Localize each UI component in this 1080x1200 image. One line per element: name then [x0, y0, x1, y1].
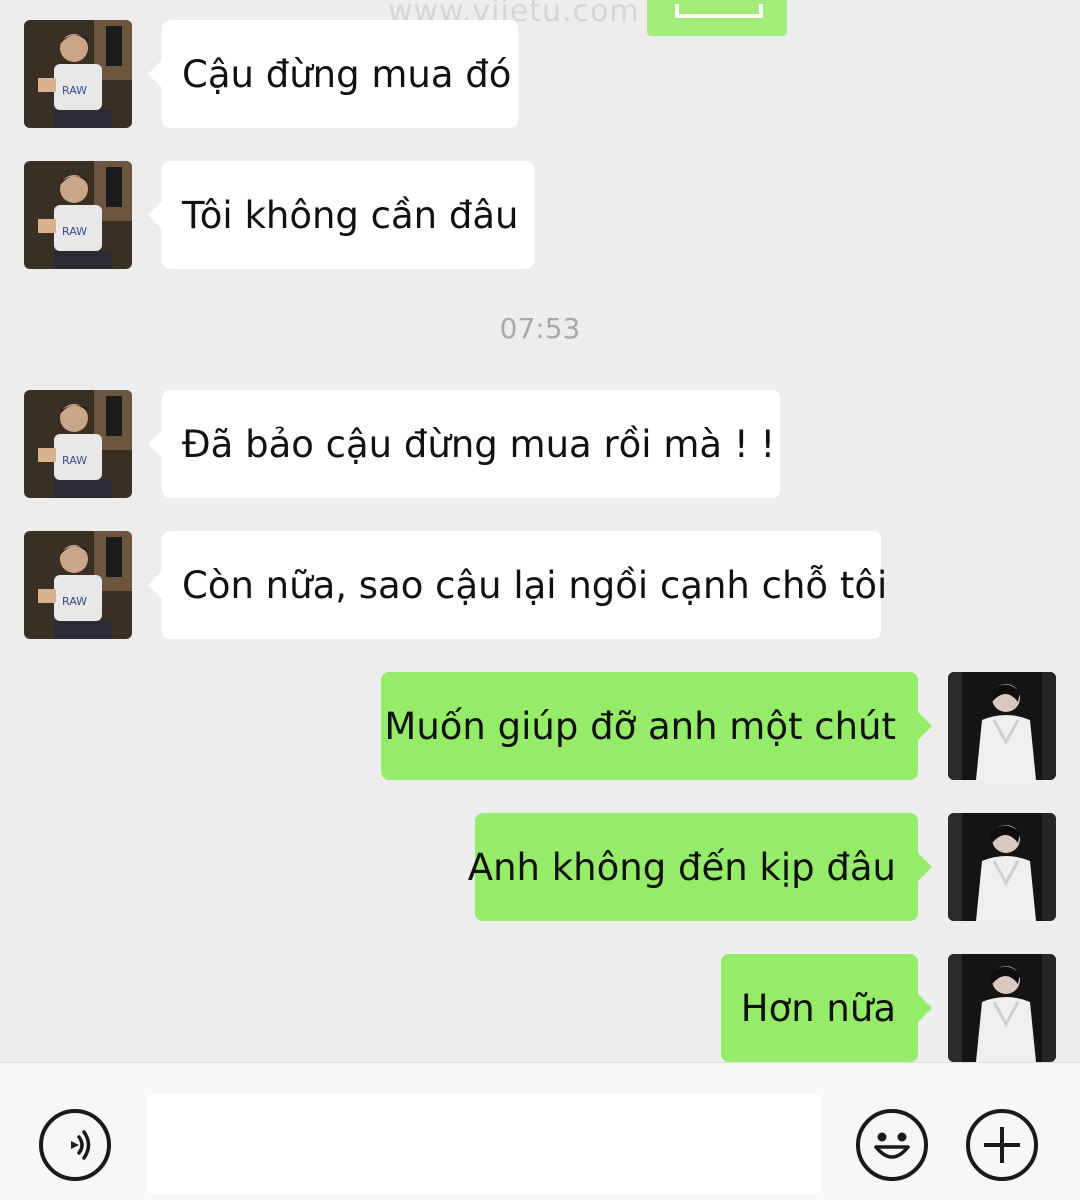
- time-divider: 07:53: [499, 312, 581, 345]
- voice-button[interactable]: [39, 1109, 111, 1181]
- chat-input-bar: [0, 1062, 1080, 1200]
- svg-text:RAW: RAW: [62, 595, 87, 608]
- plus-icon: [984, 1127, 1020, 1163]
- contact-avatar[interactable]: RAW: [24, 20, 132, 128]
- top-green-badge: [647, 0, 787, 36]
- my-avatar[interactable]: [948, 672, 1056, 780]
- incoming-message-bubble[interactable]: Đã bảo cậu đừng mua rồi mà ! !: [148, 390, 780, 498]
- incoming-message-bubble[interactable]: Tôi không cần đâu: [148, 161, 534, 269]
- more-button[interactable]: [966, 1109, 1038, 1181]
- voice-icon: [71, 1130, 91, 1160]
- incoming-message-bubble[interactable]: Còn nữa, sao cậu lại ngồi cạnh chỗ tôi: [148, 531, 887, 639]
- my-avatar[interactable]: [948, 813, 1056, 921]
- incoming-message-bubble[interactable]: Cậu đừng mua đó: [148, 20, 518, 128]
- svg-text:RAW: RAW: [62, 225, 87, 238]
- message-row: Muốn giúp đỡ anh một chút: [0, 672, 1080, 780]
- contact-avatar[interactable]: RAW: [24, 161, 132, 269]
- emoji-icon: [874, 1132, 910, 1159]
- contact-avatar[interactable]: RAW: [24, 531, 132, 639]
- message-row: Anh không đến kịp đâu: [0, 813, 1080, 921]
- svg-text:RAW: RAW: [62, 454, 87, 467]
- svg-text:RAW: RAW: [62, 84, 87, 97]
- outgoing-message-bubble[interactable]: Anh không đến kịp đâu: [468, 813, 932, 921]
- message-input[interactable]: [147, 1093, 821, 1195]
- outgoing-message-bubble[interactable]: Muốn giúp đỡ anh một chút: [381, 672, 932, 780]
- message-row: Hơn nữa: [0, 954, 1080, 1062]
- outgoing-message-bubble[interactable]: Hơn nữa: [721, 954, 932, 1062]
- contact-avatar[interactable]: RAW: [24, 390, 132, 498]
- my-avatar[interactable]: [948, 954, 1056, 1062]
- emoji-button[interactable]: [856, 1109, 928, 1181]
